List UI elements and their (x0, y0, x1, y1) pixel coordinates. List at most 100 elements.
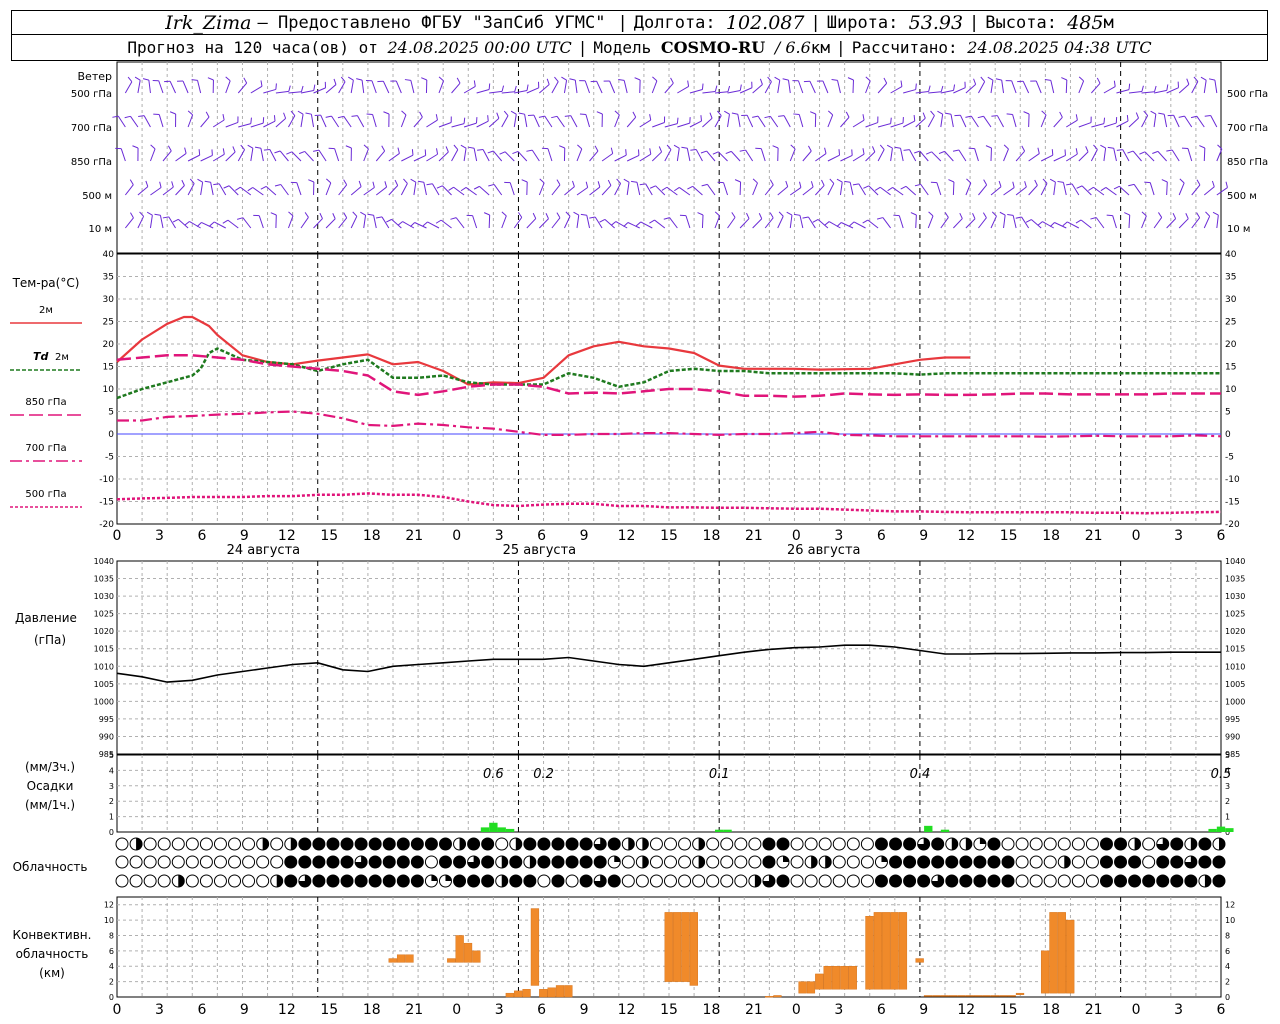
cloud-symbol (832, 837, 846, 851)
wind-barb (388, 185, 399, 196)
convective-bar (982, 995, 991, 997)
wind-barb (371, 80, 377, 94)
cloud-symbol (903, 837, 917, 851)
cloud-symbol (1043, 855, 1057, 869)
temp-xtick: 18 (1042, 528, 1060, 544)
wind-barb (533, 114, 540, 128)
wind-barb-feather (639, 183, 646, 186)
cloud-symbol (495, 837, 509, 851)
wind-barb-feather (435, 219, 442, 224)
conv-ylabel-3: (км) (39, 966, 65, 980)
wind-barb-feather (874, 186, 881, 191)
wind-barb-feather (793, 113, 800, 115)
wind-barb-feather (772, 145, 779, 149)
wind-barb (576, 148, 583, 162)
wind-barb-feather (731, 112, 738, 115)
wind-barb-feather (849, 221, 855, 227)
wind-barb (1065, 79, 1068, 94)
wind-barb (950, 114, 954, 128)
convective-bar (865, 916, 874, 990)
wind-barb-feather (1178, 115, 1185, 118)
cloud-symbol (143, 874, 157, 888)
wind-barb-feather (145, 180, 149, 187)
wind-barb (814, 185, 825, 196)
cloud-symbol (917, 855, 931, 869)
wind-panel-title: Ветер (78, 70, 112, 83)
temp-panel-ytick-left: -5 (105, 453, 114, 463)
wind-barb (350, 216, 358, 229)
wind-barb (958, 149, 967, 162)
wind-barb (556, 116, 565, 128)
wind-barb-feather (130, 212, 134, 219)
bottom-xtick: 9 (919, 1002, 928, 1018)
wind-barb-feather (358, 180, 362, 187)
cloud-symbol (579, 855, 593, 869)
wind-barb (150, 187, 162, 196)
convective-bar (965, 995, 974, 997)
wind-barb (501, 115, 509, 128)
temp-xtick: 6 (1217, 528, 1226, 544)
wind-barb-feather (483, 212, 490, 216)
wind-barb (623, 80, 628, 94)
legend-td-prefix: Td (33, 350, 49, 363)
cloud-symbol (678, 837, 692, 851)
bottom-xtick: 18 (363, 1002, 381, 1018)
wind-barb (1153, 217, 1163, 229)
precip-panel-ytick-right: 1 (1225, 813, 1230, 822)
wind-barb (1062, 182, 1067, 196)
wind-barb (544, 115, 553, 128)
wind-barb-feather (326, 178, 332, 184)
wind-barb (200, 154, 213, 162)
wind-barb-feather (573, 211, 580, 216)
wind-barb-feather (422, 221, 428, 227)
cloud-symbol (1029, 837, 1043, 851)
wind-barb-feather (987, 76, 994, 81)
wind-barb (300, 90, 314, 94)
wind-barb-feather (162, 216, 169, 219)
wind-barb (789, 187, 802, 196)
wind-barb-feather (769, 179, 774, 186)
wind-barb-feather (1100, 144, 1106, 149)
wind-barb-feather (250, 117, 252, 124)
cloud-symbol (410, 874, 424, 888)
cloud-symbol (270, 855, 284, 869)
pressure-panel-ytick-right: 990 (1225, 732, 1240, 741)
wind-barb-feather (417, 180, 424, 183)
wind-barb (745, 149, 754, 162)
wind-barb-feather (681, 146, 688, 149)
wind-barb-feather (1075, 219, 1082, 224)
wind-barb-feather (674, 187, 680, 192)
wind-barb (493, 184, 503, 196)
wind-barb-feather (810, 111, 816, 115)
cloud-symbol-fill (178, 875, 185, 888)
wind-barb-feather (539, 178, 545, 184)
wind-barb (905, 185, 917, 196)
wind-barb (1116, 120, 1129, 128)
wind-barb (799, 215, 804, 229)
wind-barb (240, 186, 252, 196)
wind-barb (159, 215, 164, 229)
wind-barb-feather (1088, 186, 1094, 191)
wind-barb-feather (247, 144, 254, 149)
wind-barb (752, 182, 758, 196)
temp-xtick: 3 (1174, 528, 1183, 544)
wind-barb-feather (209, 221, 215, 227)
wind-barb-feather (1208, 78, 1216, 81)
wind-barb (978, 81, 986, 94)
wind-barb (1157, 151, 1168, 162)
cloud-symbol (438, 837, 452, 851)
wind-barb (852, 119, 865, 128)
wind-barb-feather (376, 216, 383, 219)
wind-barb-feather (129, 179, 134, 185)
wind-barb-feather (1116, 149, 1123, 151)
wind-barb-feather (577, 144, 583, 150)
wind-barb (940, 114, 944, 128)
convective-bar (664, 912, 673, 982)
temp-panel-ytick-left: 25 (103, 318, 114, 328)
wind-barb-feather (254, 146, 262, 149)
precip-panel-ytick-left: 4 (109, 766, 114, 775)
wind-barb (275, 90, 289, 94)
convective-bar (999, 995, 1008, 997)
convective-bar (530, 908, 540, 986)
wind-barb (586, 215, 591, 229)
